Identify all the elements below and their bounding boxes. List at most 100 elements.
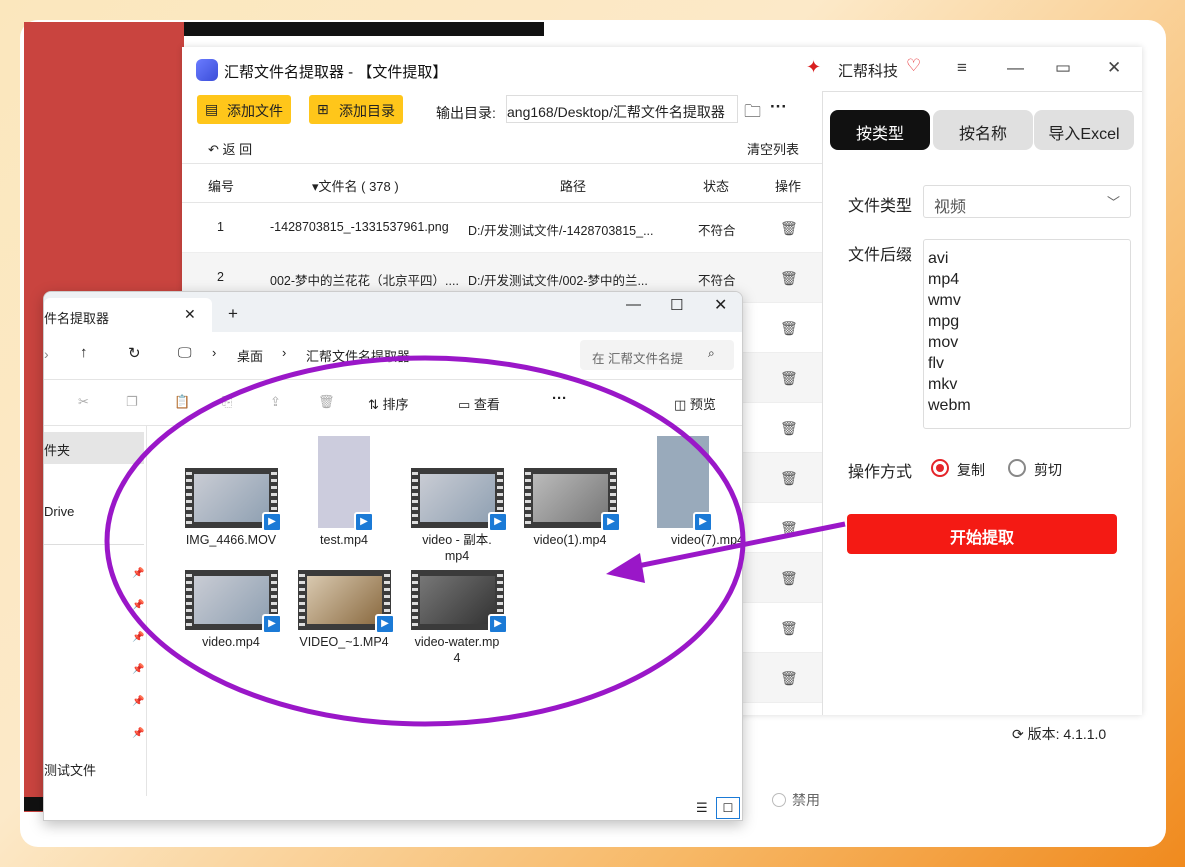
- close-icon[interactable]: ✕: [1107, 58, 1121, 78]
- cut-icon[interactable]: ✂: [78, 394, 89, 410]
- copy-radio[interactable]: [931, 459, 949, 477]
- address-bar: › ↑ ↻ 🖵 › 桌面 › 汇帮文件名提取器 在 汇帮文件名提 ⌕: [44, 332, 742, 380]
- col-action: 操作: [775, 179, 802, 194]
- cut-radio[interactable]: [1008, 459, 1026, 477]
- row-filename: -1428703815_-1331537961.png: [270, 220, 449, 234]
- video-thumbnail[interactable]: ▶: [298, 570, 395, 634]
- trash-icon[interactable]: 🗑: [780, 320, 798, 337]
- sort-button[interactable]: ⇅ 排序: [368, 394, 409, 413]
- file-type-select[interactable]: 视频 ﹀: [923, 185, 1131, 218]
- rename-icon[interactable]: ⎘: [222, 394, 232, 410]
- pin-icon: 📌: [132, 568, 145, 579]
- row-status: 不符合: [698, 224, 736, 238]
- file-name[interactable]: video.mp4: [176, 634, 286, 650]
- trash-icon[interactable]: 🗑: [780, 270, 798, 287]
- details-view-icon[interactable]: ☰: [696, 800, 708, 816]
- explorer-tab[interactable]: 件名提取器 ✕: [44, 298, 212, 332]
- maximize-icon[interactable]: ▭: [1055, 58, 1071, 78]
- breadcrumb-folder[interactable]: 汇帮文件名提取器: [306, 346, 410, 365]
- trash-icon[interactable]: 🗑: [780, 370, 798, 387]
- trash-icon[interactable]: 🗑: [780, 520, 798, 537]
- search-box[interactable]: 在 汇帮文件名提 ⌕: [580, 340, 734, 370]
- minimize-icon[interactable]: —: [626, 296, 641, 313]
- suffix-item: mp4: [928, 271, 960, 288]
- add-file-label: 添加文件: [227, 103, 283, 119]
- col-path: 路径: [560, 179, 587, 194]
- video-badge-icon: ▶: [375, 614, 395, 634]
- start-extract-button[interactable]: 开始提取: [847, 514, 1117, 554]
- video-thumbnail[interactable]: ▶: [524, 468, 621, 532]
- file-name[interactable]: video-water.mp 4: [402, 634, 512, 666]
- delete-icon[interactable]: 🗑: [318, 394, 335, 410]
- tiles-view-icon[interactable]: ☐: [716, 797, 740, 819]
- file-name[interactable]: test.mp4: [289, 532, 399, 548]
- disabled-option[interactable]: 禁用: [772, 790, 820, 810]
- tab-by-name[interactable]: 按名称: [933, 110, 1033, 150]
- trash-icon[interactable]: 🗑: [780, 620, 798, 637]
- video-thumbnail[interactable]: ▶: [657, 436, 713, 532]
- pin-icon: 📌: [132, 632, 145, 643]
- video-thumbnail[interactable]: ▶: [185, 468, 282, 532]
- suffix-textarea[interactable]: avi mp4 wmv mpg mov flv mkv webm: [923, 239, 1131, 429]
- file-type-value: 视频: [934, 199, 967, 216]
- suffix-item: avi: [928, 250, 949, 267]
- maximize-icon[interactable]: ☐: [670, 296, 683, 314]
- video-badge-icon: ▶: [354, 512, 374, 532]
- nav-back-icon[interactable]: ›: [44, 346, 49, 362]
- new-tab-icon[interactable]: +: [228, 304, 238, 324]
- up-arrow-icon[interactable]: ↑: [80, 344, 88, 361]
- minimize-icon[interactable]: —: [1007, 58, 1024, 78]
- trash-icon[interactable]: 🗑: [780, 470, 798, 487]
- output-dir-field[interactable]: ang168/Desktop/汇帮文件名提取器: [506, 95, 738, 123]
- file-name[interactable]: video(1).mp4: [515, 532, 625, 548]
- video-thumbnail[interactable]: ▶: [318, 436, 374, 532]
- preview-button[interactable]: ◫ 预览: [674, 394, 716, 413]
- video-badge-icon: ▶: [693, 512, 713, 532]
- suffix-item: webm: [928, 397, 971, 414]
- breadcrumb-desktop[interactable]: 桌面: [237, 346, 263, 365]
- tab-by-type[interactable]: 按类型: [830, 110, 930, 150]
- video-thumbnail[interactable]: ▶: [185, 570, 282, 634]
- sidebar-item-test[interactable]: 测试文件: [44, 760, 96, 779]
- copy-icon[interactable]: ❐: [126, 394, 138, 410]
- add-directory-button[interactable]: ⊞ 添加目录: [309, 95, 403, 124]
- explorer-tab-bar: 件名提取器 ✕ + — ☐ ✕: [44, 292, 742, 332]
- clear-list-button[interactable]: 清空列表: [747, 139, 799, 158]
- heart-icon[interactable]: ♡: [906, 56, 921, 76]
- file-name[interactable]: video - 副本. mp4: [402, 532, 512, 564]
- trash-icon[interactable]: 🗑: [780, 220, 798, 237]
- video-thumbnail[interactable]: ▶: [411, 570, 508, 634]
- file-name[interactable]: IMG_4466.MOV: [176, 532, 286, 548]
- col-filename[interactable]: ▾文件名 ( 378 ): [312, 176, 399, 195]
- disabled-radio[interactable]: [772, 793, 786, 807]
- breadcrumb-separator-icon: ›: [212, 345, 217, 360]
- tab-import-excel[interactable]: 导入Excel: [1034, 110, 1134, 150]
- back-button[interactable]: ↶ 返 回: [208, 139, 252, 158]
- view-button[interactable]: ▭ 查看: [458, 394, 500, 413]
- tab-close-icon[interactable]: ✕: [184, 306, 196, 323]
- close-icon[interactable]: ✕: [714, 295, 727, 315]
- explorer-sidebar: 件夹 Drive 📌 📌 📌 📌 📌 📌 测试文件: [44, 426, 147, 796]
- file-name[interactable]: VIDEO_~1.MP4: [289, 634, 399, 650]
- suffix-item: mkv: [928, 376, 958, 393]
- add-file-button[interactable]: ▤ 添加文件: [197, 95, 291, 124]
- folder-open-icon[interactable]: 🗀: [744, 99, 761, 128]
- sidebar-item-folder[interactable]: 件夹: [44, 432, 144, 464]
- video-badge-icon: ▶: [262, 512, 282, 532]
- cut-label: 剪切: [1034, 462, 1062, 478]
- trash-icon[interactable]: 🗑: [780, 570, 798, 587]
- paste-icon[interactable]: 📋: [174, 394, 190, 410]
- menu-icon[interactable]: ≡: [957, 58, 967, 78]
- file-name[interactable]: video(7).mp4: [632, 532, 742, 548]
- trash-icon[interactable]: 🗑: [780, 420, 798, 437]
- trash-icon[interactable]: 🗑: [780, 670, 798, 687]
- more-icon[interactable]: ···: [552, 390, 567, 407]
- video-thumbnail[interactable]: ▶: [411, 468, 508, 532]
- table-row[interactable]: 1 -1428703815_-1331537961.png D:/开发测试文件/…: [182, 203, 822, 253]
- share-icon[interactable]: ⇪: [270, 394, 281, 410]
- refresh-icon[interactable]: ↻: [128, 344, 141, 362]
- sidebar-item-drive[interactable]: Drive: [44, 504, 74, 519]
- more-icon[interactable]: ···: [770, 97, 787, 117]
- back-label: 返 回: [222, 142, 253, 157]
- refresh-icon[interactable]: ⟳: [1012, 726, 1028, 742]
